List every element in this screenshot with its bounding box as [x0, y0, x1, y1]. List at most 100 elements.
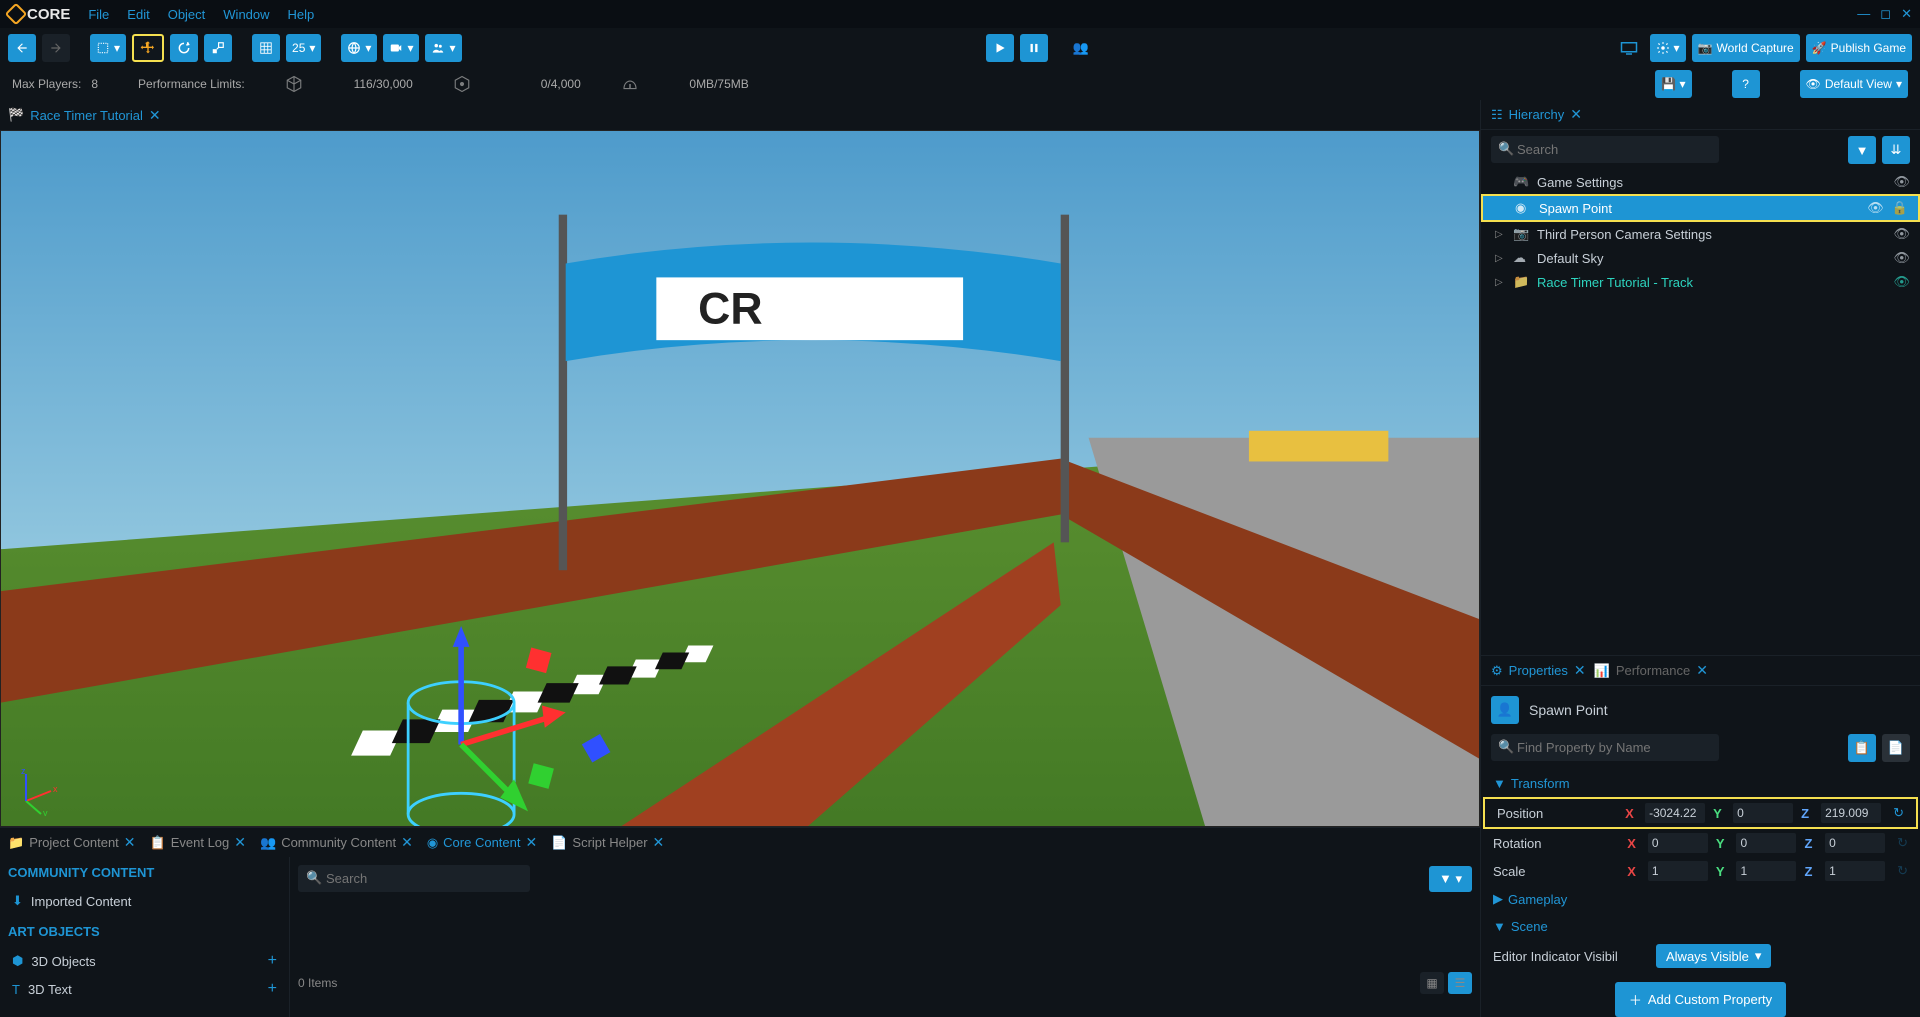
camera-icon: 📷: [1513, 226, 1529, 242]
tab-event-log[interactable]: 📋 Event Log ✕: [150, 834, 246, 851]
3d-objects-item[interactable]: ⬢3D Objects+: [8, 947, 281, 975]
add-3d-text-icon[interactable]: +: [268, 980, 277, 998]
expand-icon[interactable]: ▷: [1495, 229, 1505, 240]
save-dropdown-button[interactable]: 💾 ▾: [1655, 70, 1691, 98]
grid-view-button[interactable]: ▦: [1420, 972, 1444, 994]
close-tab-icon[interactable]: ✕: [149, 107, 161, 124]
content-search-row: 🔍 ▼ ▾: [298, 865, 1472, 892]
grid-size-dropdown[interactable]: 25 ▾: [286, 34, 321, 62]
max-players-stat: Max Players: 8: [12, 77, 98, 91]
rotation-z-input[interactable]: [1825, 833, 1885, 853]
paste-properties-button[interactable]: 📄: [1882, 734, 1910, 762]
position-y-input[interactable]: [1733, 803, 1793, 823]
hierarchy-item-track[interactable]: ▷📁 Race Timer Tutorial - Track 👁: [1481, 270, 1920, 294]
rotation-x-input[interactable]: [1648, 833, 1708, 853]
help-button[interactable]: ?: [1732, 70, 1760, 98]
content-filter-button[interactable]: ▼ ▾: [1429, 866, 1472, 892]
3d-text-item[interactable]: T3D Text+: [8, 975, 281, 1003]
tab-core-content[interactable]: ◉ Core Content ✕: [427, 834, 537, 851]
rotation-y-input[interactable]: [1736, 833, 1796, 853]
content-search-input[interactable]: [298, 865, 530, 892]
menu-object[interactable]: Object: [168, 7, 206, 22]
expand-icon[interactable]: ▷: [1495, 253, 1505, 264]
x-axis-label: X: [1625, 806, 1637, 821]
sky-icon: ☁: [1513, 250, 1529, 266]
pause-button[interactable]: [1020, 34, 1048, 62]
scale-z-input[interactable]: [1825, 861, 1885, 881]
visibility-icon[interactable]: 👁: [1893, 274, 1910, 290]
properties-tab[interactable]: ⚙ Properties ✕: [1491, 662, 1586, 679]
tab-community-content[interactable]: 👥 Community Content ✕: [260, 834, 413, 851]
undo-button[interactable]: [8, 34, 36, 62]
position-x-input[interactable]: [1645, 803, 1705, 823]
camera-button[interactable]: ▾: [383, 34, 419, 62]
select-mode-button[interactable]: ▾: [90, 34, 126, 62]
hierarchy-search-input[interactable]: [1491, 136, 1719, 163]
viewport-3d[interactable]: CR: [0, 130, 1480, 827]
move-tool-button[interactable]: [132, 34, 164, 62]
tab-script-helper[interactable]: 📄 Script Helper ✕: [551, 834, 664, 851]
visibility-icon[interactable]: 👁: [1893, 226, 1910, 242]
rotation-row: Rotation X Y Z ↻: [1481, 829, 1920, 857]
list-view-button[interactable]: ☰: [1448, 972, 1472, 994]
scale-tool-button[interactable]: [204, 34, 232, 62]
menu-file[interactable]: File: [88, 7, 109, 22]
visibility-icon[interactable]: 👁: [1893, 174, 1910, 190]
gameplay-section-header[interactable]: ▶ Gameplay: [1481, 885, 1920, 913]
indicator-visibility-dropdown[interactable]: Always Visible ▾: [1656, 944, 1771, 968]
hierarchy-item-camera-settings[interactable]: ▷📷 Third Person Camera Settings 👁: [1481, 222, 1920, 246]
add-custom-property-button[interactable]: ＋ Add Custom Property: [1615, 982, 1786, 1017]
play-button[interactable]: [986, 34, 1014, 62]
close-hierarchy-icon[interactable]: ✕: [1570, 106, 1582, 123]
reset-scale-icon[interactable]: ↻: [1897, 863, 1908, 879]
visibility-icon[interactable]: 👁: [1867, 200, 1884, 216]
scale-x-input[interactable]: [1648, 861, 1708, 881]
reset-rotation-icon[interactable]: ↻: [1897, 835, 1908, 851]
viewport-tab[interactable]: 🏁 Race Timer Tutorial ✕: [8, 107, 161, 124]
scale-y-input[interactable]: [1736, 861, 1796, 881]
lock-icon[interactable]: 🔒: [1892, 200, 1908, 216]
minimize-icon[interactable]: —: [1857, 6, 1870, 22]
multiplayer-button[interactable]: ▾: [425, 34, 461, 62]
transform-section-header[interactable]: ▼ Transform: [1481, 770, 1920, 797]
menu-edit[interactable]: Edit: [127, 7, 149, 22]
rotate-tool-button[interactable]: [170, 34, 198, 62]
visibility-icon[interactable]: 👁: [1893, 250, 1910, 266]
screen-icon-button[interactable]: [1614, 34, 1644, 62]
maximize-icon[interactable]: ◻: [1880, 6, 1891, 22]
close-properties-icon[interactable]: ✕: [1574, 662, 1586, 679]
copy-properties-button[interactable]: 📋: [1848, 734, 1876, 762]
viewport-scene: CR: [1, 131, 1479, 827]
expand-icon[interactable]: ▷: [1495, 277, 1505, 288]
settings-dropdown-button[interactable]: ▾: [1650, 34, 1686, 62]
grid-snap-button[interactable]: [252, 34, 280, 62]
imported-content-item[interactable]: ⬇Imported Content: [8, 888, 281, 914]
publish-game-button[interactable]: 🚀 Publish Game: [1806, 34, 1912, 62]
close-icon[interactable]: ✕: [1901, 6, 1912, 22]
svg-text:y: y: [43, 808, 48, 816]
hierarchy-filter-button[interactable]: ▼: [1848, 136, 1876, 164]
world-space-button[interactable]: ▾: [341, 34, 377, 62]
hierarchy-collapse-button[interactable]: ⇊: [1882, 136, 1910, 164]
redo-button[interactable]: [42, 34, 70, 62]
close-performance-icon[interactable]: ✕: [1696, 662, 1708, 679]
hierarchy-item-game-settings[interactable]: 🎮 Game Settings 👁: [1481, 170, 1920, 194]
hierarchy-tab[interactable]: ☷ Hierarchy ✕: [1491, 106, 1582, 123]
hierarchy-item-default-sky[interactable]: ▷☁ Default Sky 👁: [1481, 246, 1920, 270]
position-z-input[interactable]: [1821, 803, 1881, 823]
reset-position-icon[interactable]: ↻: [1893, 805, 1904, 821]
menu-help[interactable]: Help: [288, 7, 315, 22]
performance-tab[interactable]: 📊 Performance ✕: [1594, 662, 1708, 679]
object-type-icon: 👤: [1491, 696, 1519, 724]
multiplayer-preview-icon[interactable]: 👥: [1072, 40, 1088, 56]
object-count-value: 116/30,000: [313, 77, 413, 91]
default-view-dropdown[interactable]: 👁 Default View ▾: [1800, 70, 1908, 98]
add-3d-object-icon[interactable]: +: [268, 952, 277, 970]
perf-limits-label: Performance Limits:: [138, 77, 245, 91]
hierarchy-item-spawn-point[interactable]: ◉ Spawn Point 👁 🔒: [1481, 194, 1920, 222]
scene-section-header[interactable]: ▼ Scene: [1481, 913, 1920, 940]
tab-project-content[interactable]: 📁 Project Content ✕: [8, 834, 136, 851]
properties-search-input[interactable]: [1491, 734, 1719, 761]
world-capture-button[interactable]: 📷 World Capture: [1692, 34, 1800, 62]
menu-window[interactable]: Window: [223, 7, 269, 22]
